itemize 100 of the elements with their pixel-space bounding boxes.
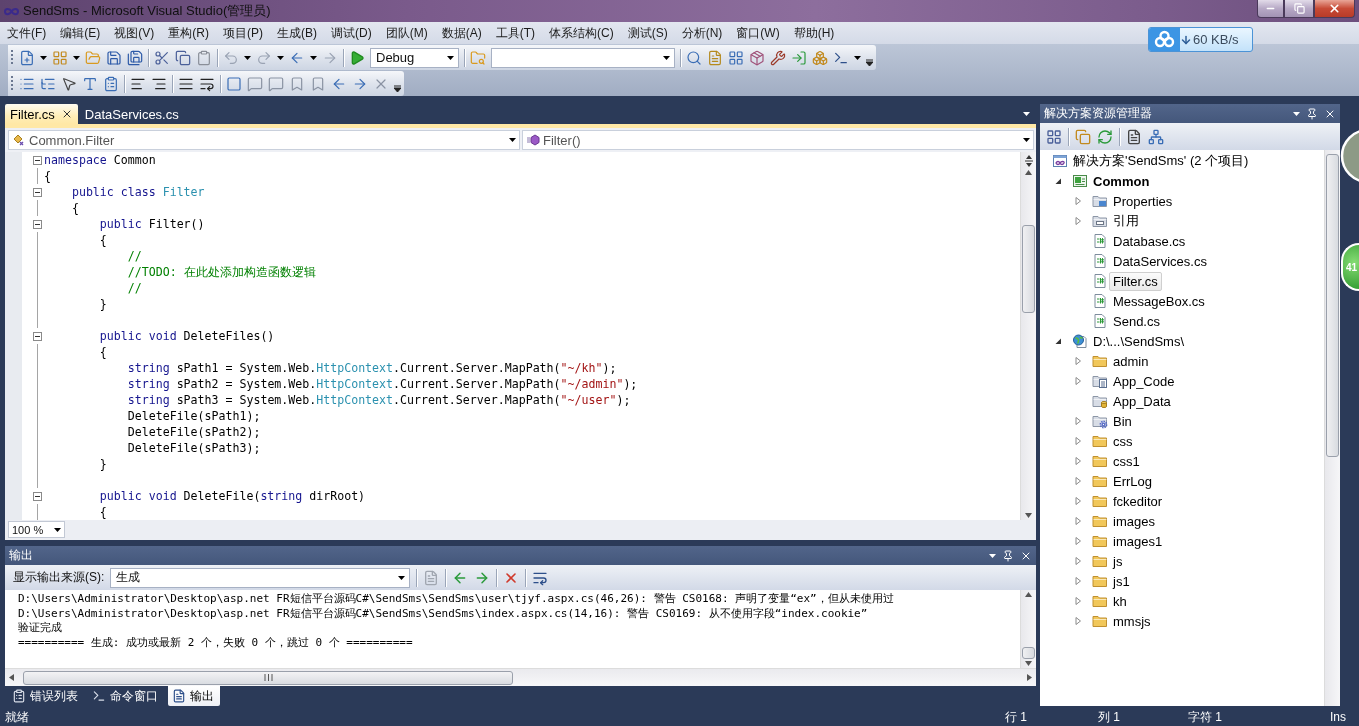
collapsed-arrow-icon[interactable]: [1074, 377, 1082, 385]
search-icon[interactable]: [686, 49, 702, 66]
configuration-dropdown[interactable]: Debug: [370, 47, 459, 68]
tree-item[interactable]: Bin: [1109, 411, 1136, 431]
package-icon[interactable]: [749, 49, 765, 66]
tree-item[interactable]: MessageBox.cs: [1109, 291, 1209, 311]
vertical-scrollbar[interactable]: [1020, 590, 1036, 668]
overflow-icon[interactable]: [394, 83, 401, 93]
tree-item[interactable]: admin: [1109, 351, 1153, 371]
collapse-icon[interactable]: [32, 331, 42, 341]
collapsed-arrow-icon[interactable]: [1074, 557, 1082, 565]
up-arrow-icon[interactable]: [1025, 592, 1032, 597]
save-icon[interactable]: [106, 49, 122, 66]
menu-item[interactable]: 团队(M): [378, 22, 435, 44]
minimize-button[interactable]: [1257, 0, 1284, 18]
tree-item[interactable]: Common: [1089, 171, 1154, 191]
menu-item[interactable]: 窗口(W): [729, 22, 787, 44]
speech-bubble-icon[interactable]: [268, 75, 284, 92]
menu-item[interactable]: 数据(A): [434, 22, 489, 44]
collapsed-arrow-icon[interactable]: [1074, 617, 1082, 625]
caret-icon[interactable]: [1023, 112, 1030, 116]
caret-icon[interactable]: [310, 55, 317, 60]
collapse-icon[interactable]: [32, 187, 42, 197]
save-all-icon[interactable]: [127, 49, 143, 66]
collapsed-arrow-icon[interactable]: [1074, 457, 1082, 465]
collapsed-arrow-icon[interactable]: [1074, 577, 1082, 585]
menu-item[interactable]: 体系结构(C): [542, 22, 621, 44]
caret-icon[interactable]: [447, 55, 454, 60]
overflow-icon[interactable]: [866, 57, 873, 67]
download-speed-widget[interactable]: 60 KB/s: [1148, 27, 1253, 52]
tree-item[interactable]: css: [1109, 431, 1137, 451]
clipboard-list-icon[interactable]: [103, 75, 119, 92]
caret-icon[interactable]: [1023, 138, 1030, 142]
scrollbar-thumb[interactable]: [1022, 225, 1035, 313]
square-icon[interactable]: [226, 75, 242, 92]
source-dropdown[interactable]: 生成: [110, 567, 411, 588]
close-button[interactable]: [1314, 0, 1355, 18]
collapsed-arrow-icon[interactable]: [1074, 197, 1082, 205]
menu-item[interactable]: 项目(P): [216, 22, 270, 44]
collapsed-arrow-icon[interactable]: [1074, 477, 1082, 485]
grip-icon[interactable]: [11, 49, 14, 66]
up-arrow-icon[interactable]: [1025, 170, 1032, 175]
caret-icon[interactable]: [277, 55, 284, 60]
tree-item[interactable]: fckeditor: [1109, 491, 1167, 511]
vertical-scrollbar[interactable]: [1020, 152, 1036, 520]
grip-icon[interactable]: [11, 75, 14, 92]
tree-item[interactable]: 引用: [1109, 211, 1143, 231]
collapsed-arrow-icon[interactable]: [1074, 437, 1082, 445]
menu-item[interactable]: 测试(S): [620, 22, 675, 44]
pointer-icon[interactable]: [61, 75, 77, 92]
horizontal-scrollbar[interactable]: [5, 668, 1036, 686]
tree-item[interactable]: kh: [1109, 591, 1131, 611]
refresh-icon[interactable]: [1097, 128, 1113, 145]
menu-item[interactable]: 帮助(H): [786, 22, 842, 44]
menu-item[interactable]: 视图(V): [107, 22, 162, 44]
grid-icon[interactable]: [1046, 128, 1062, 145]
play-icon[interactable]: [349, 49, 365, 66]
collapsed-arrow-icon[interactable]: [1074, 217, 1082, 225]
collapsed-arrow-icon[interactable]: [1074, 497, 1082, 505]
tool-window-tab[interactable]: 输出: [168, 686, 220, 706]
scrollbar-thumb[interactable]: [1022, 647, 1035, 659]
wrench-icon[interactable]: [770, 49, 786, 66]
tree-item[interactable]: DataServices.cs: [1109, 251, 1211, 271]
scrollbar-thumb[interactable]: [1326, 154, 1339, 457]
document-tab[interactable]: DataServices.cs: [79, 104, 184, 124]
copy-icon[interactable]: [175, 49, 191, 66]
tree-item[interactable]: 解决方案'SendSms' (2 个项目): [1069, 151, 1253, 171]
speech-bubble-icon[interactable]: [247, 75, 263, 92]
right-arrow-icon[interactable]: [1027, 674, 1032, 681]
tree-item[interactable]: images1: [1109, 531, 1167, 551]
new-file-icon[interactable]: [19, 49, 35, 66]
grid-icon[interactable]: [52, 49, 68, 66]
type-dropdown[interactable]: Common.Filter: [8, 130, 520, 150]
collapsed-arrow-icon[interactable]: [1074, 597, 1082, 605]
vertical-scrollbar[interactable]: [1324, 150, 1340, 706]
tree-item[interactable]: ErrLog: [1109, 471, 1157, 491]
collapsed-arrow-icon[interactable]: [1074, 517, 1082, 525]
pin-icon[interactable]: [1002, 549, 1014, 562]
find-combo-field[interactable]: [491, 47, 675, 68]
bookmark-icon[interactable]: [289, 75, 305, 92]
menu-item[interactable]: 分析(N): [674, 22, 730, 44]
tree-item[interactable]: css1: [1109, 451, 1144, 471]
tree-item[interactable]: js1: [1109, 571, 1134, 591]
tree-item[interactable]: D:\...\SendSms\: [1089, 331, 1189, 351]
menu-item[interactable]: 生成(B): [270, 22, 324, 44]
tree-item[interactable]: Send.cs: [1109, 311, 1164, 331]
grid-icon[interactable]: [728, 49, 744, 66]
caret-icon[interactable]: [40, 55, 47, 60]
boxes-icon[interactable]: [812, 49, 828, 66]
caret-icon[interactable]: [854, 55, 861, 60]
zoom-dropdown[interactable]: 100 %: [8, 521, 65, 538]
collapsed-arrow-icon[interactable]: [1074, 357, 1082, 365]
caret-icon[interactable]: [663, 55, 670, 60]
restore-button[interactable]: [1284, 0, 1314, 18]
menu-item[interactable]: 重构(R): [161, 22, 216, 44]
scrollbar-thumb[interactable]: [23, 670, 513, 685]
caret-icon[interactable]: [244, 55, 251, 60]
dropdown-icon[interactable]: [989, 553, 996, 558]
network-icon[interactable]: [1148, 128, 1164, 145]
tree-item[interactable]: App_Data: [1109, 391, 1175, 411]
